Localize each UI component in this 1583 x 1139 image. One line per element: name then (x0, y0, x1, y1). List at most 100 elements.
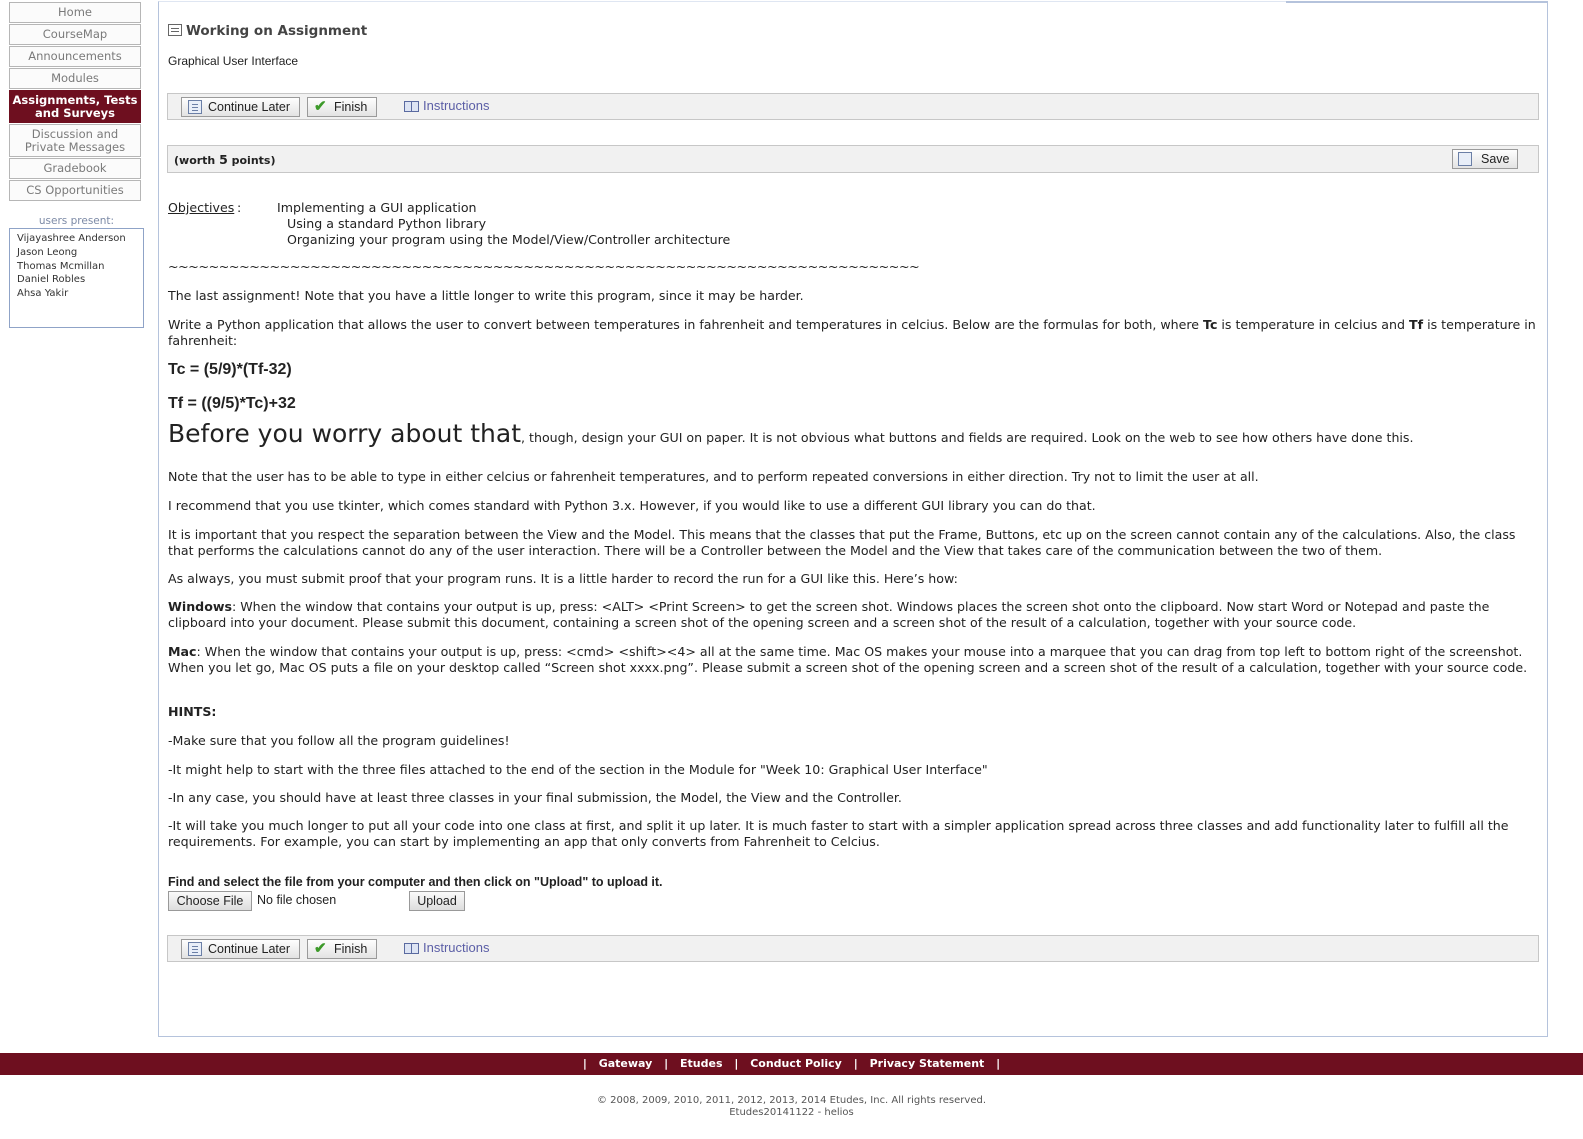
nav-item-gradebook[interactable]: Gradebook (9, 158, 141, 179)
users-present-label: users present: (38, 215, 115, 227)
objective-item: Using a standard Python library (287, 216, 487, 231)
objectives: Objectives : Implementing a GUI applicat… (168, 198, 1540, 258)
footer-link-privacy[interactable]: Privacy Statement (870, 1057, 985, 1070)
paragraph: It is important that you respect the sep… (168, 527, 1516, 558)
upload-instructions: Find and select the file from your compu… (168, 875, 663, 889)
nav-item-modules[interactable]: Modules (9, 68, 141, 89)
nav-item-cs-opportunities[interactable]: CS Opportunities (9, 180, 141, 201)
objective-item: Organizing your program using the Model/… (287, 232, 731, 247)
question-content: Objectives : Implementing a GUI applicat… (168, 198, 1540, 849)
instructions-link[interactable]: Instructions (403, 98, 489, 113)
instructions-label: Instructions (423, 98, 490, 113)
separator: | (734, 1057, 739, 1070)
separator: | (853, 1057, 858, 1070)
formula-fahrenheit: Tf = ((9/5)*Tc)+32 (168, 395, 296, 412)
document-icon (188, 942, 202, 956)
instructions-link[interactable]: Instructions (403, 940, 489, 955)
save-label: Save (1481, 152, 1510, 166)
document-icon (188, 100, 202, 114)
build-info: Etudes20141122 - helios (729, 1107, 854, 1118)
divider-line: ~~~~~~~~~~~~~~~~~~~~~~~~~~~~~~~~~~~~~~~~… (168, 259, 920, 274)
separator: | (996, 1057, 1001, 1070)
document-icon (1458, 152, 1472, 166)
paragraph: Before you worry about that, though, des… (168, 421, 1540, 446)
footer-link-conduct-policy[interactable]: Conduct Policy (750, 1057, 842, 1070)
instructions-label: Instructions (423, 940, 490, 955)
assignment-name: Graphical User Interface (168, 54, 299, 68)
continue-later-button[interactable]: Continue Later (181, 97, 300, 117)
file-status: No file chosen (257, 893, 337, 907)
list-item: Vijayashree Anderson (17, 233, 126, 244)
finish-button[interactable]: ✔ Finish (307, 939, 377, 959)
continue-later-button[interactable]: Continue Later (181, 939, 300, 959)
worth-prefix: (worth (174, 154, 220, 167)
paragraph-mac: Mac: When the window that contains your … (168, 644, 1540, 676)
paragraph: The last assignment! Note that you have … (168, 288, 804, 303)
list-item: Thomas Mcmillan (17, 260, 105, 272)
paragraph: I recommend that you use tkinter, which … (168, 498, 1096, 513)
paragraph-text: , though, design your GUI on paper. It i… (521, 430, 1414, 445)
page-title-text: Working on Assignment (186, 23, 368, 39)
mac-label: Mac (168, 644, 197, 659)
checkmark-icon: ✔ (314, 940, 327, 957)
nav-item-coursemap[interactable]: CourseMap (9, 24, 141, 45)
footer-link-etudes[interactable]: Etudes (680, 1057, 723, 1070)
hints-label: HINTS: (168, 704, 217, 719)
list-item: Daniel Robles (17, 274, 86, 286)
windows-label: Windows (168, 599, 232, 614)
nav-item-assignments[interactable]: Assignments, Tests and Surveys (9, 90, 141, 123)
separator: | (664, 1057, 669, 1070)
paragraph-text: Write a Python application that allows t… (168, 317, 1204, 332)
hint-item: -It might help to start with the three f… (168, 762, 988, 777)
finish-label: Finish (334, 942, 368, 956)
finish-button[interactable]: ✔ Finish (307, 97, 377, 117)
left-navigation: Home CourseMap Announcements Modules Ass… (9, 2, 141, 202)
nav-item-home[interactable]: Home (9, 2, 141, 23)
continue-later-label: Continue Later (208, 100, 291, 114)
list-item: Jason Leong (17, 246, 78, 258)
objective-item: Implementing a GUI application (277, 200, 477, 215)
continue-later-label: Continue Later (208, 942, 291, 956)
users-present-list: Vijayashree Anderson Jason Leong Thomas … (9, 228, 144, 328)
upload-button[interactable]: Upload (409, 891, 465, 911)
top-toolbar: Continue Later ✔ Finish Instructions (167, 93, 1539, 120)
paragraph-text: is temperature in celcius and (1217, 317, 1409, 332)
paragraph-bold: Tc (1203, 317, 1218, 332)
nav-item-announcements[interactable]: Announcements (9, 46, 141, 67)
copyright-text: © 2008, 2009, 2010, 2011, 2012, 2013, 20… (596, 1095, 986, 1106)
worth-points: 5 (219, 152, 228, 167)
paragraph: As always, you must submit proof that yo… (168, 571, 958, 586)
objectives-colon: : (237, 200, 242, 215)
nav-item-discussion[interactable]: Discussion and Private Messages (9, 124, 141, 157)
paragraph: Write a Python application that allows t… (168, 317, 1540, 349)
book-icon (404, 101, 419, 112)
footer-link-gateway[interactable]: Gateway (599, 1057, 653, 1070)
paragraph-bold: Tf (1408, 317, 1424, 332)
users-present-panel: users present: Vijayashree Anderson Jaso… (9, 215, 144, 328)
hint-item: -It will take you much longer to put all… (168, 818, 1509, 849)
question-header: (worth 5 points) Save (167, 145, 1539, 173)
paragraph-large-text: Before you worry about that (168, 419, 522, 448)
choose-file-button[interactable]: Choose File (168, 891, 252, 911)
paragraph: Note that the user has to be able to typ… (168, 469, 1259, 484)
copyright: © 2008, 2009, 2010, 2011, 2012, 2013, 20… (0, 1095, 1583, 1119)
page-title: Working on Assignment (168, 23, 367, 39)
checkmark-icon: ✔ (314, 98, 327, 115)
hints-heading: HINTS: (168, 704, 1540, 720)
list-item: Ahsa Yakir (17, 288, 69, 300)
paragraph-windows: Windows: When the window that contains y… (168, 599, 1540, 631)
finish-label: Finish (334, 100, 368, 114)
points-worth: (worth 5 points) (174, 152, 276, 167)
book-icon (404, 943, 419, 954)
paragraph-text: : When the window that contains your out… (168, 644, 1528, 675)
formula-celcius: Tc = (5/9)*(Tf-32) (168, 361, 292, 378)
save-button[interactable]: Save (1452, 149, 1518, 169)
hint-item: -In any case, you should have at least t… (168, 790, 902, 805)
objectives-label: Objectives (168, 200, 235, 215)
main-panel: Working on Assignment Graphical User Int… (158, 1, 1548, 1037)
divider (1286, 1, 1548, 3)
footer-links: | Gateway | Etudes | Conduct Policy | Pr… (0, 1053, 1583, 1075)
separator: | (582, 1057, 587, 1070)
assignment-icon (168, 24, 182, 36)
bottom-toolbar: Continue Later ✔ Finish Instructions (167, 935, 1539, 962)
